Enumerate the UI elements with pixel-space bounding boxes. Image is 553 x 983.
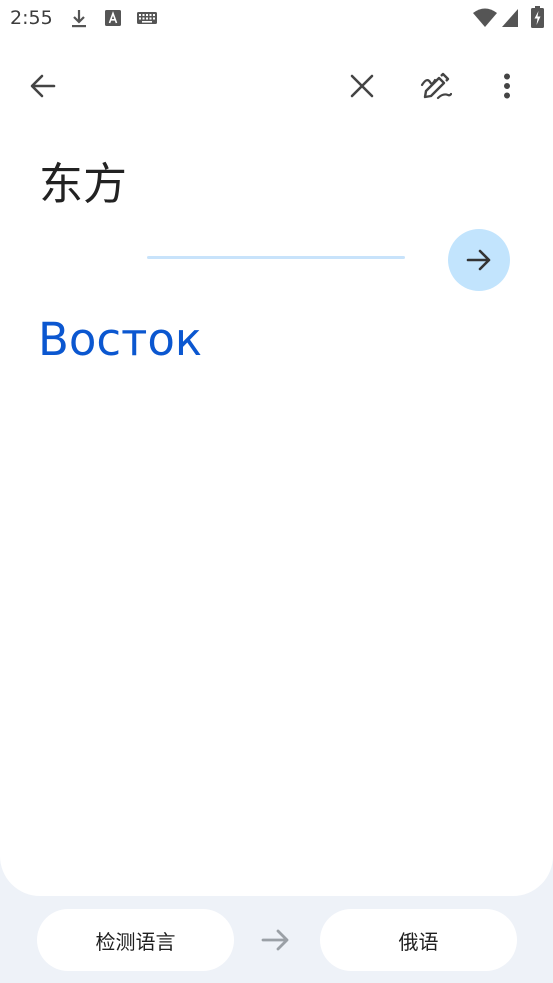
source-language-button[interactable]: 检测语言 bbox=[37, 909, 234, 971]
translate-button[interactable] bbox=[448, 229, 510, 291]
more-options-button[interactable] bbox=[483, 62, 531, 110]
translation-card bbox=[0, 0, 553, 896]
font-a-icon bbox=[105, 10, 121, 26]
progress-line bbox=[147, 256, 405, 259]
source-text[interactable]: 东方 bbox=[39, 148, 127, 212]
back-button[interactable] bbox=[19, 62, 67, 110]
target-language-button[interactable]: 俄语 bbox=[320, 909, 517, 971]
arrow-right-icon[interactable] bbox=[260, 926, 292, 954]
keyboard-icon bbox=[137, 12, 157, 24]
handwriting-icon bbox=[420, 72, 452, 100]
download-icon bbox=[72, 10, 86, 28]
clear-button[interactable] bbox=[338, 62, 386, 110]
status-bar: 2:55 bbox=[0, 0, 553, 38]
source-language-label: 检测语言 bbox=[95, 929, 176, 954]
signal-icon bbox=[502, 9, 518, 27]
battery-charging-icon bbox=[531, 6, 544, 28]
handwriting-button[interactable] bbox=[412, 62, 460, 110]
status-time: 2:55 bbox=[10, 7, 53, 29]
arrow-right-icon bbox=[466, 249, 491, 271]
back-arrow-icon bbox=[30, 74, 56, 98]
target-language-label: 俄语 bbox=[398, 929, 439, 954]
wifi-icon bbox=[473, 8, 497, 27]
translation-result: Восток bbox=[38, 313, 203, 366]
close-icon bbox=[350, 74, 374, 98]
more-vert-icon bbox=[504, 73, 510, 99]
